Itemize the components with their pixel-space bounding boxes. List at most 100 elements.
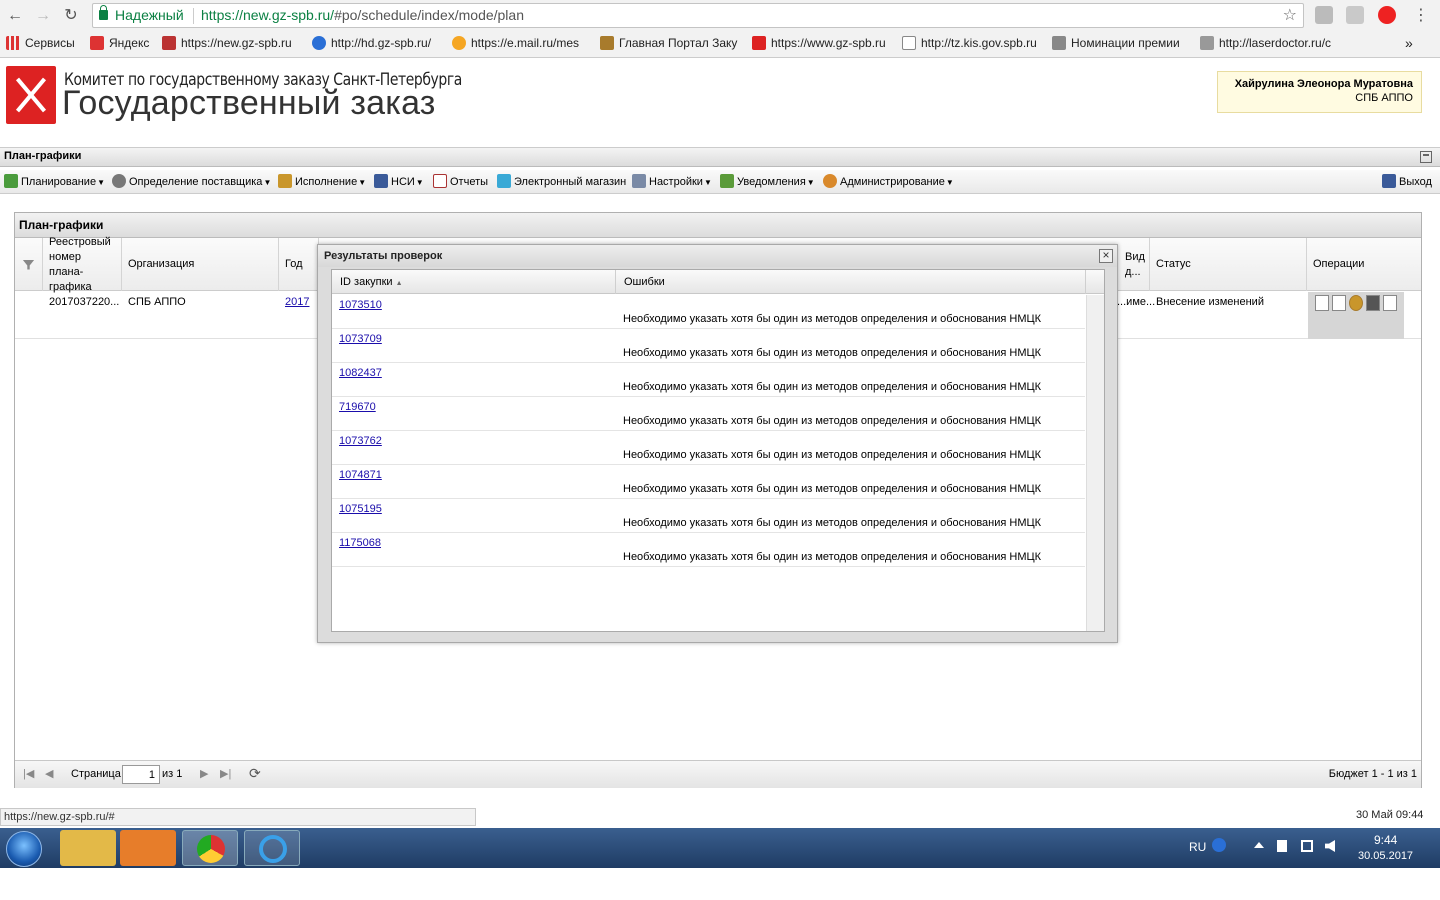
last-page-icon[interactable]: ▶|	[220, 767, 231, 780]
flag-icon[interactable]	[1277, 840, 1287, 852]
list-item[interactable]: 1082437 Необходимо указать хотя бы один и…	[332, 363, 1085, 397]
tray-expand-icon[interactable]	[1254, 842, 1264, 848]
prev-page-icon[interactable]: ◀	[45, 767, 53, 780]
coat-of-arms-icon[interactable]	[1349, 295, 1363, 311]
cell-year-link[interactable]: 2017	[285, 296, 309, 308]
chrome-icon[interactable]	[182, 830, 238, 866]
back-icon[interactable]: ←	[4, 5, 26, 27]
list-item[interactable]: 1074871 Необходимо указать хотя бы один и…	[332, 465, 1085, 499]
col-purchase-id[interactable]: ID закупки ▲	[332, 270, 616, 294]
purchase-id-link[interactable]: 1082437	[339, 367, 382, 379]
menu-label: НСИ	[391, 176, 415, 188]
chevron-down-icon: ▼	[358, 178, 367, 187]
filter-icon[interactable]	[15, 238, 43, 291]
close-icon[interactable]: ×	[1099, 249, 1113, 263]
menu-settings[interactable]: Настройки▼	[632, 174, 712, 190]
bookmarks-more[interactable]: »	[1405, 33, 1425, 53]
collapse-icon[interactable]	[1420, 151, 1432, 163]
operations-cell	[1308, 292, 1404, 339]
error-text: Необходимо указать хотя бы один из метод…	[623, 347, 1042, 359]
user-org: СПБ АППО	[1355, 92, 1413, 104]
page-input[interactable]	[122, 765, 160, 784]
purchase-id-link[interactable]: 1073762	[339, 435, 382, 447]
col-errors[interactable]: Ошибки	[616, 270, 1086, 294]
bookmark-apps[interactable]: Сервисы	[6, 33, 81, 53]
pdf-extension-icon[interactable]	[1346, 6, 1364, 24]
address-bar[interactable]: Надежный https://new.gz-spb.ru/#po/sched…	[92, 3, 1304, 28]
menu-label: Отчеты	[450, 176, 489, 188]
apps-grid-icon	[6, 36, 20, 50]
media-player-icon[interactable]	[120, 830, 176, 866]
extension-icon[interactable]	[1315, 6, 1333, 24]
network-icon[interactable]	[1301, 840, 1313, 852]
menu-eshop[interactable]: Электронный магазин	[497, 174, 626, 190]
cart-icon	[497, 174, 511, 188]
purchase-id-link[interactable]: 1175068	[339, 537, 381, 549]
bookmark-yandex[interactable]: Яндекс	[90, 33, 155, 53]
menu-reports[interactable]: Отчеты	[433, 174, 488, 190]
purchase-id-link[interactable]: 1075195	[339, 503, 382, 515]
book-icon	[374, 174, 388, 188]
ie-icon[interactable]	[244, 830, 300, 866]
list-item[interactable]: 1075195 Необходимо указать хотя бы один и…	[332, 499, 1085, 533]
col-year[interactable]: Год	[279, 238, 319, 291]
browser-menu-icon[interactable]: ⋮	[1410, 5, 1432, 27]
coat-of-arms-icon	[600, 36, 614, 50]
list-item[interactable]: 719670 Необходимо указать хотя бы один из…	[332, 397, 1085, 431]
list-item[interactable]: 1073762 Необходимо указать хотя бы один и…	[332, 431, 1085, 465]
menu-supplier[interactable]: Определение поставщика▼	[112, 174, 271, 190]
view-document-icon[interactable]	[1315, 295, 1329, 311]
bookmark-star-icon[interactable]: ☆	[1283, 4, 1297, 27]
first-page-icon[interactable]: |◀	[23, 767, 34, 780]
list-item[interactable]: 1073510 Необходимо указать хотя бы один и…	[332, 295, 1085, 329]
bookmark-tz-kis[interactable]: http://tz.kis.gov.spb.ru	[902, 33, 1042, 53]
mail-icon	[452, 36, 466, 50]
col-label: ID закупки	[340, 276, 393, 288]
dialog-title: Результаты проверок	[318, 245, 1117, 267]
volume-icon[interactable]	[1325, 840, 1335, 852]
chevron-down-icon: ▼	[703, 178, 712, 187]
col-type[interactable]: Вид д...	[1119, 238, 1150, 291]
exit-button[interactable]: Выход	[1382, 174, 1432, 190]
bookmark-label: Номинации премии	[1071, 36, 1180, 50]
bookmark-new-gz[interactable]: https://new.gz-spb.ru	[162, 33, 300, 53]
bookmark-laserdoctor[interactable]: http://laserdoctor.ru/c	[1200, 33, 1340, 53]
edit-document-icon[interactable]	[1332, 295, 1346, 311]
language-indicator[interactable]: RU	[1189, 840, 1206, 854]
explorer-icon[interactable]	[60, 830, 116, 866]
help-icon[interactable]	[1212, 838, 1226, 852]
bookmark-mail[interactable]: https://e.mail.ru/mes	[452, 33, 588, 53]
menu-execution[interactable]: Исполнение▼	[278, 174, 366, 190]
menu-planning[interactable]: Планирование▼	[4, 174, 105, 190]
bookmark-nominations[interactable]: Номинации премии	[1052, 33, 1192, 53]
bookmark-www-gz[interactable]: https://www.gz-spb.ru	[752, 33, 890, 53]
col-organization[interactable]: Организация	[122, 238, 279, 291]
refresh-icon[interactable]: ⟳	[249, 765, 261, 782]
purchase-id-link[interactable]: 1073510	[339, 299, 382, 311]
forward-icon[interactable]: →	[32, 5, 54, 27]
opera-extension-icon[interactable]	[1378, 6, 1396, 24]
menu-notifications[interactable]: Уведомления▼	[720, 174, 815, 190]
menu-admin[interactable]: Администрирование▼	[823, 174, 954, 190]
windows-start-icon[interactable]	[6, 831, 42, 867]
purchase-id-link[interactable]: 1073709	[339, 333, 382, 345]
list-item[interactable]: 1175068 Необходимо указать хотя бы один и…	[332, 533, 1085, 567]
sign-icon[interactable]	[1366, 295, 1380, 311]
url-path: #po/schedule/index/mode/plan	[334, 7, 524, 23]
bookmark-portal[interactable]: Главная Портал Заку	[600, 33, 740, 53]
menu-nsi[interactable]: НСИ▼	[374, 174, 424, 190]
taskbar: RU 9:44 30.05.2017	[0, 828, 1440, 868]
scrollbar[interactable]	[1086, 295, 1104, 631]
bookmark-label: Главная Портал Заку	[619, 36, 738, 50]
purchase-id-link[interactable]: 1074871	[339, 469, 382, 481]
col-registry-number[interactable]: Реестровый номер плана-графика	[43, 236, 122, 293]
section-title-bar: План-графики	[0, 147, 1440, 167]
list-item[interactable]: 1073709 Необходимо указать хотя бы один и…	[332, 329, 1085, 363]
bookmark-hd-gz[interactable]: http://hd.gz-spb.ru/	[312, 33, 442, 53]
next-page-icon[interactable]: ▶	[200, 767, 208, 780]
col-status[interactable]: Статус	[1150, 238, 1307, 291]
section-title: План-графики	[4, 150, 82, 162]
copy-document-icon[interactable]	[1383, 295, 1397, 311]
reload-icon[interactable]: ↻	[60, 5, 82, 27]
purchase-id-link[interactable]: 719670	[339, 401, 376, 413]
